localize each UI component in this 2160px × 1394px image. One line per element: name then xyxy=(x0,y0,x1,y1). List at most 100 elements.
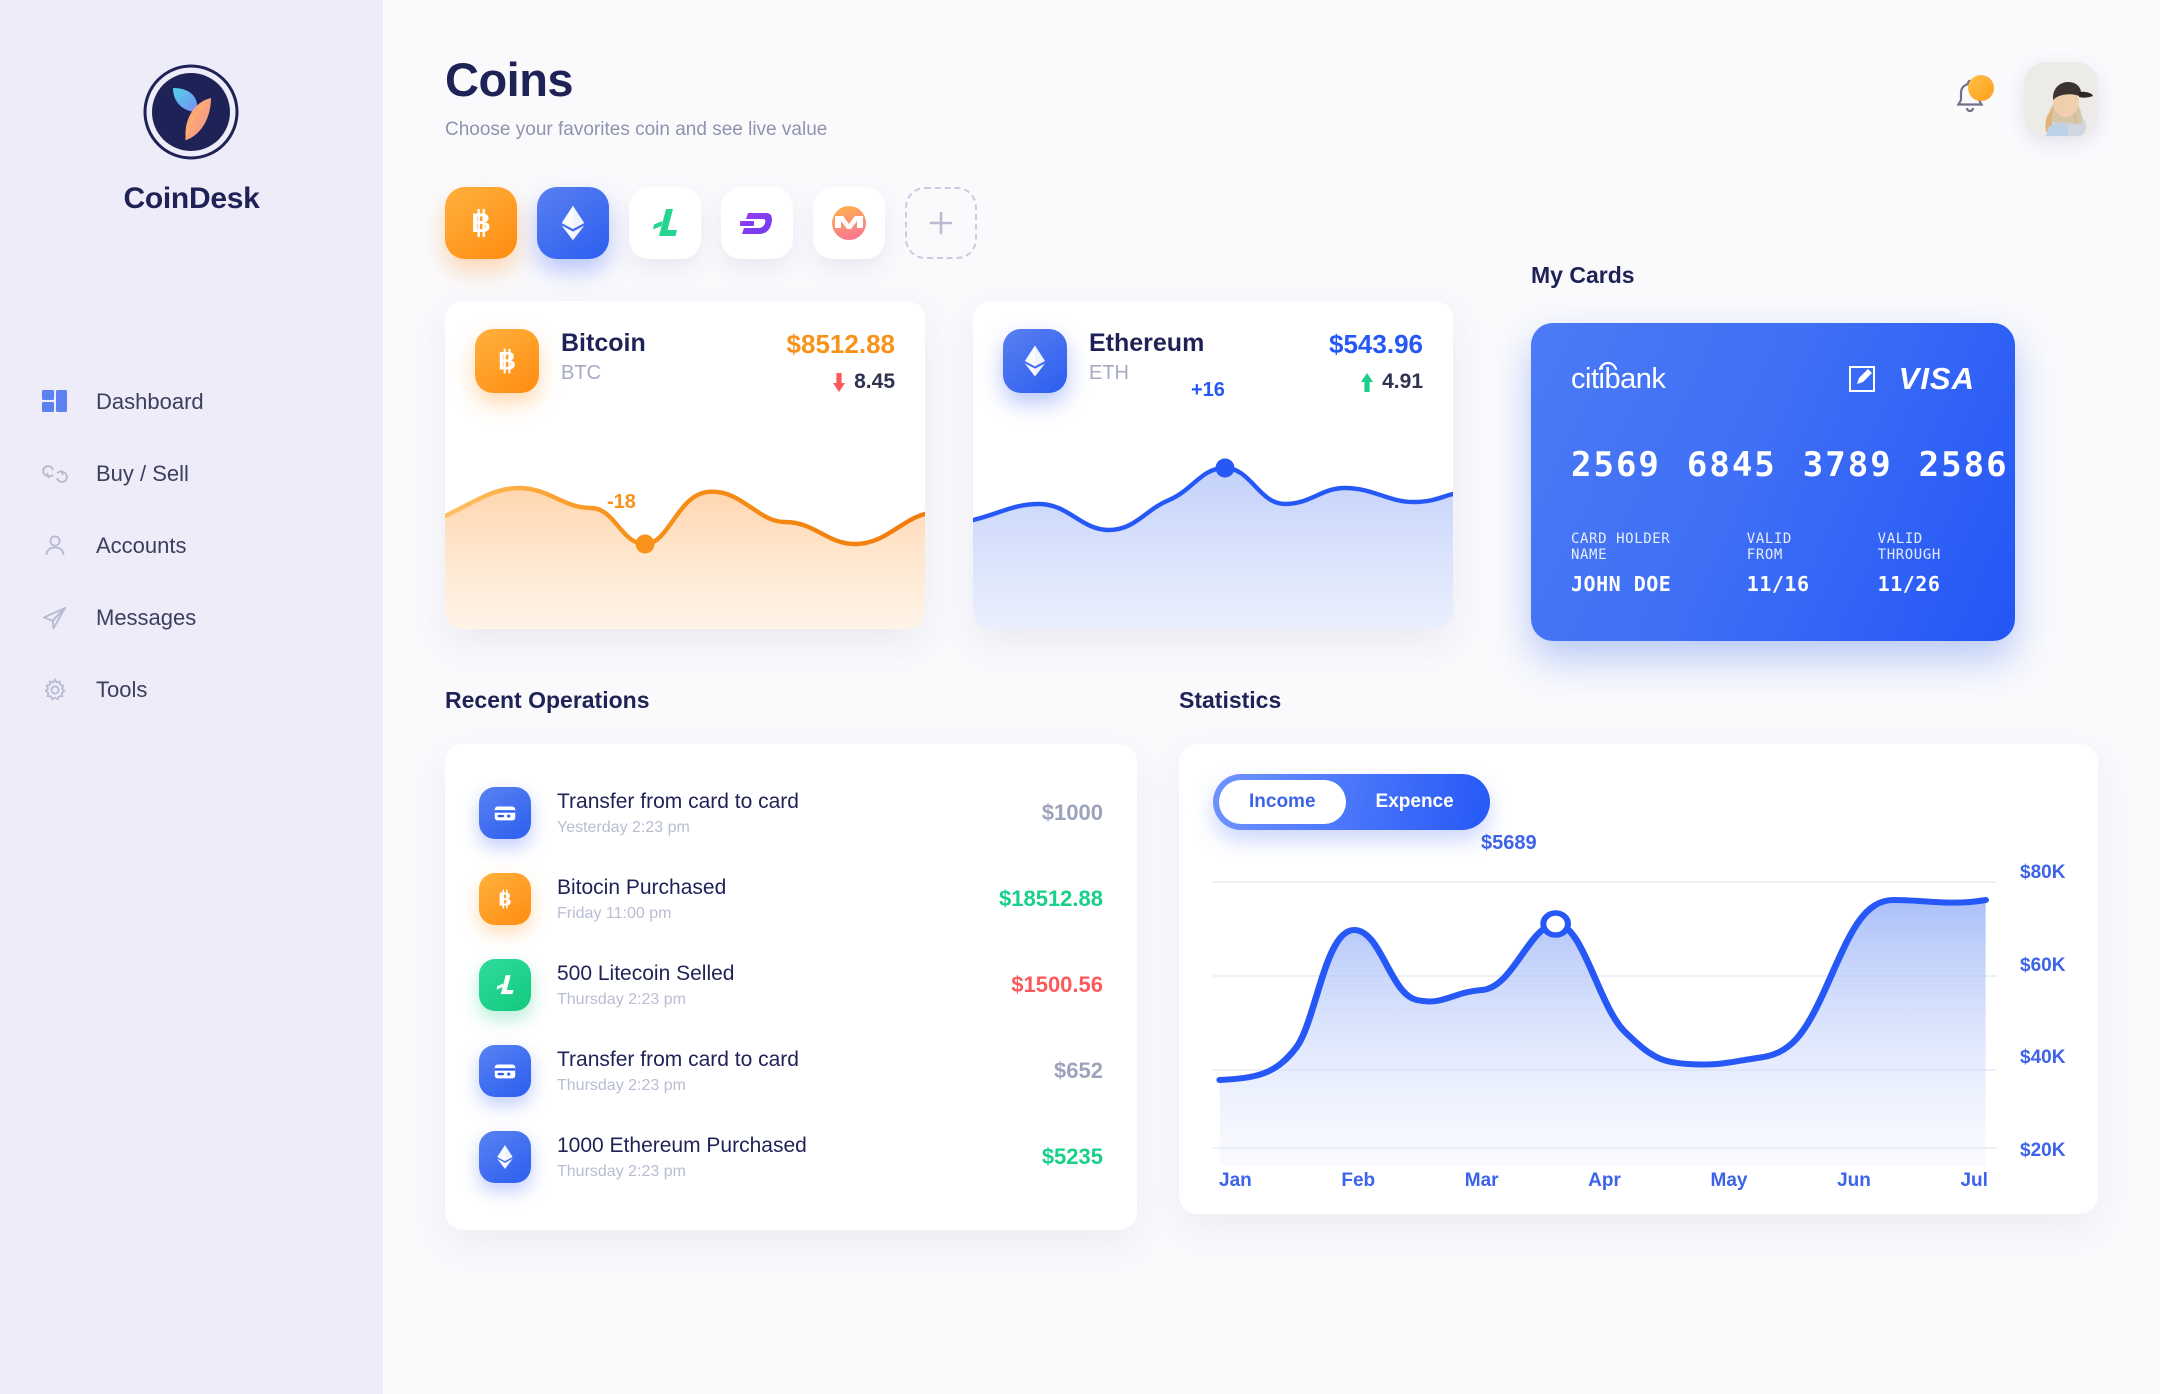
x-axis-tick: Apr xyxy=(1588,1170,1621,1191)
credit-card[interactable]: citibank VISA 2569 6845 3789 2586 CARD H… xyxy=(1531,323,2015,641)
valid-through-label: VALID THROUGH xyxy=(1877,531,1941,563)
plus-icon xyxy=(929,211,953,235)
sidebar-item-label: Dashboard xyxy=(96,389,204,414)
operation-row[interactable]: Transfer from card to card Thursday 2:23… xyxy=(479,1028,1103,1114)
coin-price: $543.96 xyxy=(1329,329,1423,359)
x-axis-tick: Jul xyxy=(1960,1170,1988,1191)
page-title: Coins xyxy=(445,53,574,106)
bank-name: citibank xyxy=(1571,362,1666,395)
price-card-ethereum[interactable]: Ethereum ETH $543.96 4.91 +16 xyxy=(973,301,1453,629)
app-root: CoinDesk Dashboard Buy / Sell Accounts M… xyxy=(0,0,2160,1394)
add-coin-button[interactable] xyxy=(905,187,977,259)
valid-through-value: 11/26 xyxy=(1877,572,1941,596)
gear-icon xyxy=(38,673,72,707)
bank-logo: citibank xyxy=(1571,361,1666,396)
coin-chip-bitcoin[interactable]: B xyxy=(445,187,517,259)
sidebar-item-accounts[interactable]: Accounts xyxy=(38,510,383,582)
operation-title: 1000 Ethereum Purchased xyxy=(557,1133,807,1157)
statistics-chart: $5689 xyxy=(1213,832,2064,1166)
operation-amount: $18512.88 xyxy=(999,886,1103,911)
card-number-group: 2569 xyxy=(1571,445,1661,485)
svg-text:B: B xyxy=(498,890,511,910)
operation-time: Thursday 2:23 pm xyxy=(557,1076,686,1094)
paper-plane-icon xyxy=(38,601,72,635)
operation-title: 500 Litecoin Selled xyxy=(557,961,735,985)
card-number-group: 6845 xyxy=(1686,445,1777,485)
notification-badge-dot xyxy=(1968,75,1994,101)
sidebar-item-dashboard[interactable]: Dashboard xyxy=(38,366,383,438)
operation-time: Thursday 2:23 pm xyxy=(557,1162,686,1180)
price-card-values: $8512.88 8.45 xyxy=(787,329,895,394)
sidebar-item-buy-sell[interactable]: Buy / Sell xyxy=(38,438,383,510)
operation-row[interactable]: Transfer from card to card Yesterday 2:2… xyxy=(479,770,1103,856)
operation-row[interactable]: 1000 Ethereum Purchased Thursday 2:23 pm… xyxy=(479,1114,1103,1200)
sidebar-item-tools[interactable]: Tools xyxy=(38,654,383,726)
operation-text: 1000 Ethereum Purchased Thursday 2:23 pm xyxy=(557,1134,807,1181)
x-axis-tick: Jan xyxy=(1219,1170,1252,1191)
operation-row[interactable]: 500 Litecoin Selled Thursday 2:23 pm $15… xyxy=(479,942,1103,1028)
coin-change-value: 4.91 xyxy=(1382,370,1423,393)
operation-text: 500 Litecoin Selled Thursday 2:23 pm xyxy=(557,962,734,1009)
brand-logo[interactable]: CoinDesk xyxy=(124,62,260,216)
ethereum-icon xyxy=(1003,329,1067,393)
x-axis-tick: Feb xyxy=(1341,1170,1376,1191)
recent-operations-panel: Transfer from card to card Yesterday 2:2… xyxy=(445,744,1137,1230)
income-expense-toggle[interactable]: Income Expence xyxy=(1213,774,1490,830)
card-number-group: 3789 xyxy=(1802,445,1893,485)
statistics-y-axis: $80K $60K $40K $20K xyxy=(2020,862,2098,1162)
operation-row[interactable]: B Bitocin Purchased Friday 11:00 pm $185… xyxy=(479,856,1103,942)
valid-from-value: 11/16 xyxy=(1746,572,1810,596)
operation-amount: $652 xyxy=(1054,1058,1103,1083)
sidebar-item-label: Tools xyxy=(96,677,148,702)
coin-ticker: ETH xyxy=(1089,362,1129,384)
header-actions xyxy=(1950,62,2098,136)
card-holder-label: CARD HOLDER NAME xyxy=(1571,531,1671,563)
price-card-bitcoin[interactable]: B Bitcoin BTC $8512.88 8.45 -18 xyxy=(445,301,925,629)
operation-title: Bitocin Purchased xyxy=(557,875,727,899)
credit-card-top-right: VISA xyxy=(1847,361,1975,397)
sidebar-item-label: Accounts xyxy=(96,533,187,558)
bitcoin-icon: B xyxy=(479,873,531,925)
page-title-block: Coins Choose your favorites coin and see… xyxy=(445,52,827,141)
ethereum-icon xyxy=(479,1131,531,1183)
recent-operations-title: Recent Operations xyxy=(445,687,650,713)
coin-chip-litecoin[interactable] xyxy=(629,187,701,259)
avatar[interactable] xyxy=(2024,62,2098,136)
edit-square-icon[interactable] xyxy=(1847,364,1877,394)
x-axis-tick: Jun xyxy=(1837,1170,1871,1191)
notifications-button[interactable] xyxy=(1950,75,1994,121)
operation-amount: $1000 xyxy=(1041,800,1103,825)
x-axis-tick: Mar xyxy=(1464,1170,1499,1191)
operation-time: Yesterday 2:23 pm xyxy=(557,818,690,836)
card-icon xyxy=(479,1045,531,1097)
operation-amount: $1500.56 xyxy=(1011,972,1103,997)
toggle-option-income[interactable]: Income xyxy=(1219,780,1346,824)
arrow-up-icon xyxy=(1361,372,1374,392)
price-card-names: Ethereum ETH xyxy=(1089,329,1204,385)
x-axis-tick: May xyxy=(1710,1170,1748,1191)
coin-price: $8512.88 xyxy=(786,329,895,359)
operation-title: Transfer from card to card xyxy=(557,1047,799,1071)
sidebar-nav: Dashboard Buy / Sell Accounts Messages T… xyxy=(0,366,383,726)
coin-change: 4.91 xyxy=(1329,370,1423,394)
toggle-option-expence[interactable]: Expence xyxy=(1346,780,1484,824)
statistics-section: Statistics Income Expence $5689 $80K $60… xyxy=(1179,687,2098,1230)
coin-chip-monero[interactable] xyxy=(813,187,885,259)
user-icon xyxy=(38,529,72,563)
operation-time: Friday 11:00 pm xyxy=(557,904,672,922)
card-holder-block: CARD HOLDER NAME JOHN DOE xyxy=(1571,531,1691,596)
citi-arc-icon xyxy=(1599,361,1617,370)
coin-chip-dash[interactable] xyxy=(721,187,793,259)
sidebar-item-messages[interactable]: Messages xyxy=(38,582,383,654)
price-card-values: $543.96 4.91 xyxy=(1329,329,1423,394)
coin-chip-ethereum[interactable] xyxy=(537,187,609,259)
statistics-panel: Income Expence $5689 $80K $60K $40K $20K… xyxy=(1179,744,2098,1214)
main-content: Coins Choose your favorites coin and see… xyxy=(383,0,2160,1394)
y-axis-tick: $80K xyxy=(2020,862,2066,883)
ethereum-chart-marker-label: +16 xyxy=(1191,379,1225,401)
valid-through-block: VALID THROUGH 11/26 xyxy=(1878,531,1975,596)
sidebar-item-label: Buy / Sell xyxy=(96,461,189,486)
card-number: 2569 6845 3789 2586 xyxy=(1571,445,2007,485)
litecoin-icon xyxy=(653,209,677,236)
bitcoin-chart-marker-label: -18 xyxy=(607,491,636,513)
